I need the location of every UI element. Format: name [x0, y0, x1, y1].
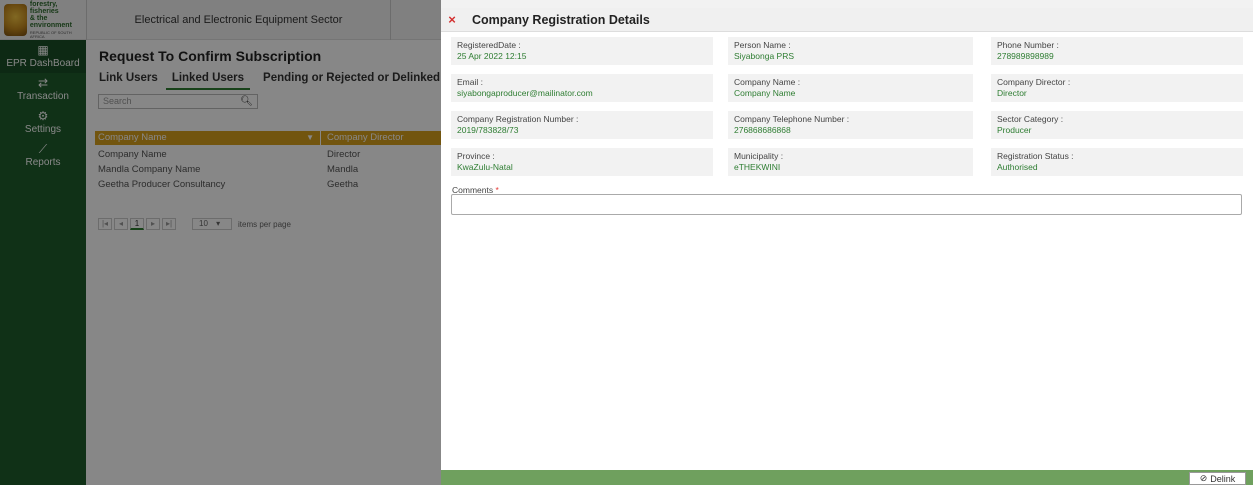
delink-button[interactable]: ⊘ Delink [1189, 472, 1246, 485]
field-label: Person Name : [734, 40, 791, 50]
field-label: Municipality : [734, 151, 784, 161]
field-label: Company Name : [734, 77, 801, 87]
field-value: 25 Apr 2022 12:15 [457, 51, 527, 61]
comments-textarea[interactable] [451, 194, 1242, 215]
field-registered-date: RegisteredDate : 25 Apr 2022 12:15 [451, 37, 713, 65]
field-label: Company Director : [997, 77, 1071, 87]
field-value: 276868686868 [734, 125, 791, 135]
field-company-telephone-number: Company Telephone Number : 276868686868 [728, 111, 973, 139]
dialog-title: Company Registration Details [472, 12, 650, 27]
field-label: Phone Number : [997, 40, 1059, 50]
field-person-name: Person Name : Siyabonga PRS [728, 37, 973, 65]
field-value: eTHEKWINI [734, 162, 781, 172]
field-value: Producer [997, 125, 1032, 135]
ban-icon: ⊘ [1199, 473, 1208, 483]
field-label: Sector Category : [997, 114, 1064, 124]
delink-label: Delink [1210, 473, 1236, 484]
field-label: Company Registration Number : [457, 114, 579, 124]
field-company-registration-number: Company Registration Number : 2019/78382… [451, 111, 713, 139]
field-value: siyabongaproducer@mailinator.com [457, 88, 593, 98]
field-municipality: Municipality : eTHEKWINI [728, 148, 973, 176]
field-value: Company Name [734, 88, 796, 98]
field-company-name: Company Name : Company Name [728, 74, 973, 102]
field-label: Registration Status : [997, 151, 1074, 161]
dialog-header: × Company Registration Details [441, 8, 1253, 32]
field-label: Email : [457, 77, 483, 87]
field-value: Director [997, 88, 1027, 98]
dialog-footer: ⊘ Delink [441, 470, 1253, 485]
field-province: Province : KwaZulu-Natal [451, 148, 713, 176]
field-value: Siyabonga PRS [734, 51, 795, 61]
field-value: Authorised [997, 162, 1038, 172]
field-label: Province : [457, 151, 495, 161]
field-label: RegisteredDate : [457, 40, 521, 50]
field-label: Company Telephone Number : [734, 114, 850, 124]
modal-backdrop[interactable] [0, 0, 441, 485]
field-value: 2019/783828/73 [457, 125, 519, 135]
field-sector-category: Sector Category : Producer [991, 111, 1243, 139]
field-email: Email : siyabongaproducer@mailinator.com [451, 74, 713, 102]
field-phone-number: Phone Number : 278989898989 [991, 37, 1243, 65]
field-value: 278989898989 [997, 51, 1054, 61]
field-value: KwaZulu-Natal [457, 162, 513, 172]
field-company-director: Company Director : Director [991, 74, 1243, 102]
company-registration-dialog: × Company Registration Details Registere… [441, 8, 1253, 485]
field-registration-status: Registration Status : Authorised [991, 148, 1243, 176]
close-icon[interactable]: × [447, 13, 457, 26]
